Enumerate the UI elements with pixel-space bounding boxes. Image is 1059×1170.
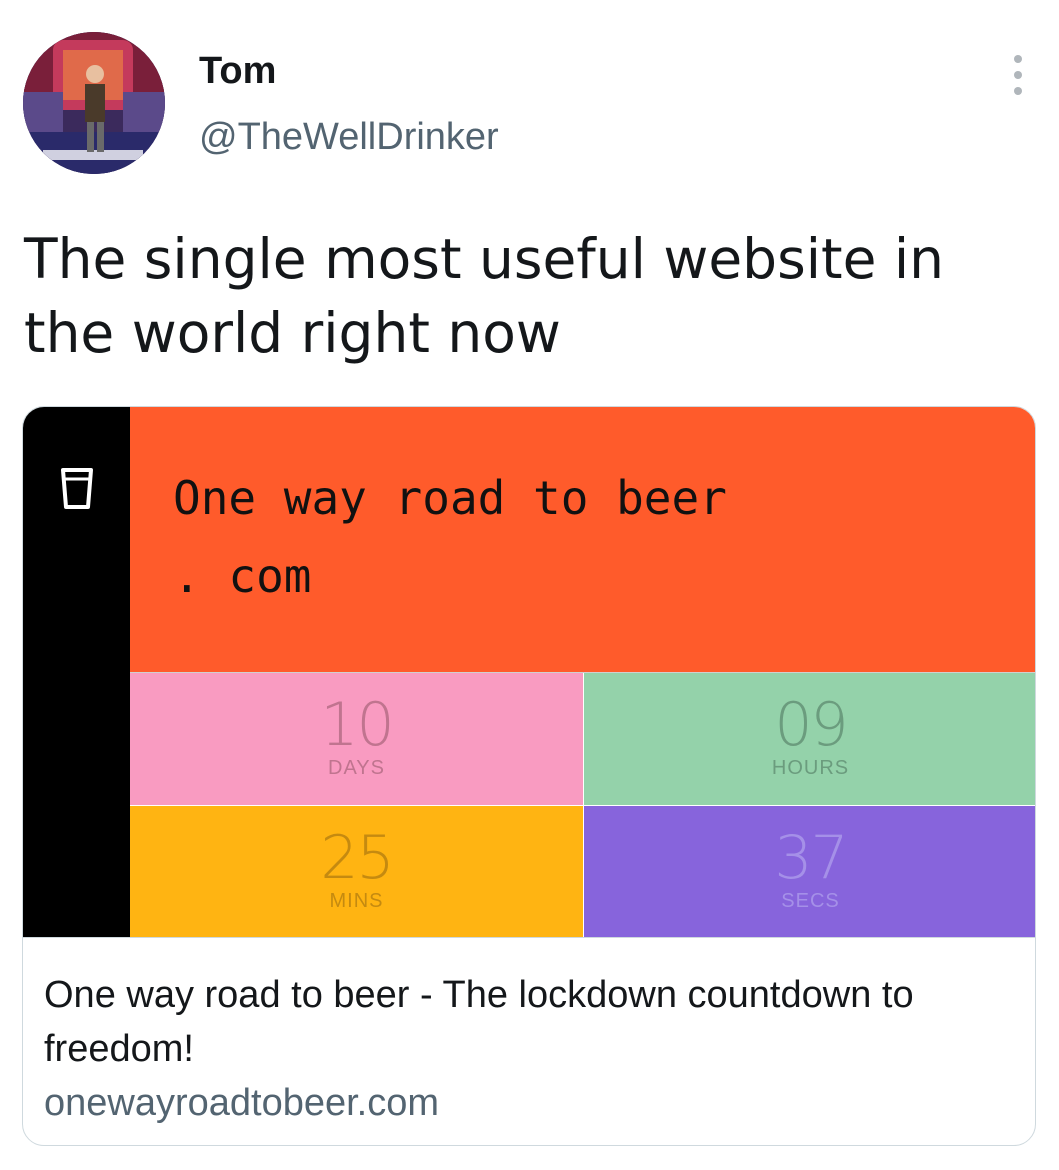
author-handle[interactable]: @TheWellDrinker [199, 116, 499, 159]
countdown-secs-label: SECS [781, 890, 840, 912]
more-dot [1014, 87, 1022, 95]
countdown-days-label: DAYS [328, 757, 385, 779]
beer-glass-icon [61, 468, 93, 509]
countdown-hours-label: HOURS [771, 757, 850, 779]
more-dot [1014, 71, 1022, 79]
site-title: One way road to beer . com [173, 471, 727, 603]
countdown-days: 10 DAYS [130, 673, 583, 805]
more-dot [1014, 55, 1022, 63]
countdown-mins-label: MINS [329, 890, 384, 912]
tweet-text: The single most useful website in the wo… [24, 227, 945, 365]
countdown-mins-value: 25 [320, 823, 394, 893]
more-options-icon[interactable] [1000, 55, 1036, 95]
countdown-days-value: 10 [320, 690, 394, 760]
countdown-hours-value: 09 [774, 690, 848, 760]
avatar[interactable] [23, 32, 165, 174]
link-card[interactable]: One way road to beer . com 10 DAYS 09 HO… [22, 406, 1036, 1146]
card-footer[interactable]: One way road to beer - The lockdown coun… [23, 937, 1035, 1145]
card-image: One way road to beer . com 10 DAYS 09 HO… [23, 407, 1035, 937]
avatar-image [23, 32, 165, 174]
card-domain[interactable]: onewayroadtobeer.com [44, 1082, 439, 1125]
countdown-secs: 37 SECS [584, 806, 1035, 937]
countdown-mins: 25 MINS [130, 806, 583, 937]
author-name[interactable]: Tom [199, 50, 276, 93]
countdown-hours: 09 HOURS [584, 673, 1035, 805]
site-hero: One way road to beer . com [130, 407, 1035, 672]
site-sidebar [23, 407, 130, 937]
countdown-secs-value: 37 [774, 823, 848, 893]
card-title[interactable]: One way road to beer - The lockdown coun… [44, 968, 1014, 1076]
